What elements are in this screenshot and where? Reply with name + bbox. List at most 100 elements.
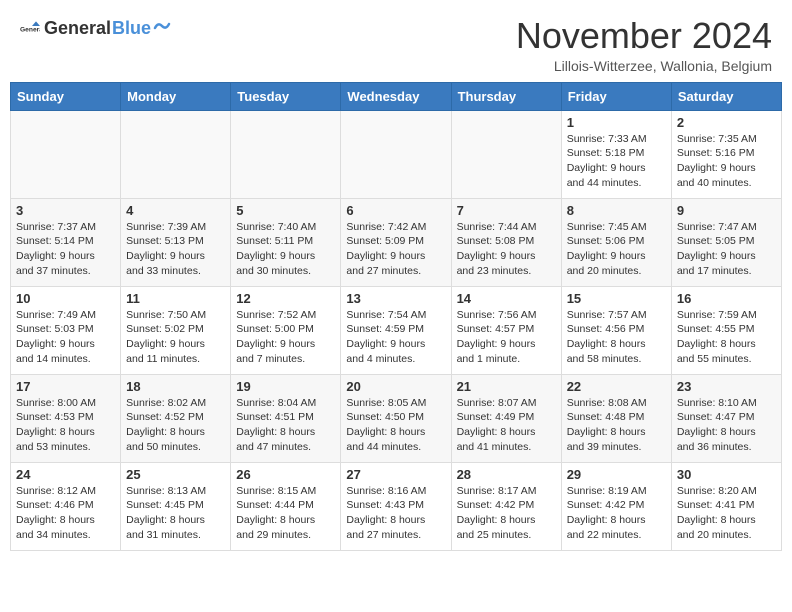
- calendar-cell: 30 Sunrise: 8:20 AM Sunset: 4:41 PM Dayli…: [671, 462, 781, 550]
- cell-info: Sunrise: 7:49 AM Sunset: 5:03 PM Dayligh…: [16, 308, 115, 367]
- cell-info: Sunrise: 7:54 AM Sunset: 4:59 PM Dayligh…: [346, 308, 445, 367]
- day-number: 15: [567, 291, 666, 306]
- cell-info: Sunrise: 7:39 AM Sunset: 5:13 PM Dayligh…: [126, 220, 225, 279]
- day-header-monday: Monday: [121, 82, 231, 110]
- calendar-cell: 18Sunrise: 8:02 AM Sunset: 4:52 PM Dayli…: [121, 374, 231, 462]
- cell-info: Sunrise: 8:20 AM Sunset: 4:41 PM Dayligh…: [677, 484, 776, 543]
- day-number: 16: [677, 291, 776, 306]
- logo-text-general: General: [44, 18, 111, 39]
- day-number: 26: [236, 467, 335, 482]
- calendar-cell: 16 Sunrise: 7:59 AM Sunset: 4:55 PM Dayli…: [671, 286, 781, 374]
- day-header-wednesday: Wednesday: [341, 82, 451, 110]
- calendar-cell: 5 Sunrise: 7:40 AM Sunset: 5:11 PM Daylig…: [231, 198, 341, 286]
- calendar-table: SundayMondayTuesdayWednesdayThursdayFrid…: [10, 82, 782, 551]
- day-number: 10: [16, 291, 115, 306]
- cell-info: Sunrise: 7:47 AM Sunset: 5:05 PM Dayligh…: [677, 220, 776, 279]
- day-number: 21: [457, 379, 556, 394]
- calendar-cell: 24Sunrise: 8:12 AM Sunset: 4:46 PM Dayli…: [11, 462, 121, 550]
- cell-info: Sunrise: 7:35 AM Sunset: 5:16 PM Dayligh…: [677, 132, 776, 191]
- day-header-sunday: Sunday: [11, 82, 121, 110]
- day-number: 18: [126, 379, 225, 394]
- cell-info: Sunrise: 7:59 AM Sunset: 4:55 PM Dayligh…: [677, 308, 776, 367]
- day-number: 17: [16, 379, 115, 394]
- cell-info: Sunrise: 7:56 AM Sunset: 4:57 PM Dayligh…: [457, 308, 556, 367]
- cell-info: Sunrise: 8:07 AM Sunset: 4:49 PM Dayligh…: [457, 396, 556, 455]
- calendar-week-row: 24Sunrise: 8:12 AM Sunset: 4:46 PM Dayli…: [11, 462, 782, 550]
- calendar-cell: 19 Sunrise: 8:04 AM Sunset: 4:51 PM Dayli…: [231, 374, 341, 462]
- calendar-cell: 13Sunrise: 7:54 AM Sunset: 4:59 PM Dayli…: [341, 286, 451, 374]
- calendar-cell: 29 Sunrise: 8:19 AM Sunset: 4:42 PM Dayli…: [561, 462, 671, 550]
- calendar-cell: [231, 110, 341, 198]
- cell-info: Sunrise: 8:08 AM Sunset: 4:48 PM Dayligh…: [567, 396, 666, 455]
- calendar-week-row: 10 Sunrise: 7:49 AM Sunset: 5:03 PM Dayli…: [11, 286, 782, 374]
- day-header-friday: Friday: [561, 82, 671, 110]
- day-number: 11: [126, 291, 225, 306]
- cell-info: Sunrise: 8:04 AM Sunset: 4:51 PM Dayligh…: [236, 396, 335, 455]
- logo: General General Blue: [20, 16, 171, 39]
- calendar-cell: 2 Sunrise: 7:35 AM Sunset: 5:16 PM Daylig…: [671, 110, 781, 198]
- cell-info: Sunrise: 8:19 AM Sunset: 4:42 PM Dayligh…: [567, 484, 666, 543]
- calendar-header-row: SundayMondayTuesdayWednesdayThursdayFrid…: [11, 82, 782, 110]
- day-number: 3: [16, 203, 115, 218]
- cell-info: Sunrise: 8:17 AM Sunset: 4:42 PM Dayligh…: [457, 484, 556, 543]
- svg-text:General: General: [20, 26, 40, 33]
- cell-info: Sunrise: 7:33 AM Sunset: 5:18 PM Dayligh…: [567, 132, 666, 191]
- calendar-cell: 1 Sunrise: 7:33 AM Sunset: 5:18 PM Daylig…: [561, 110, 671, 198]
- day-number: 25: [126, 467, 225, 482]
- logo-text-blue: Blue: [112, 18, 151, 39]
- day-number: 29: [567, 467, 666, 482]
- calendar-cell: 26Sunrise: 8:15 AM Sunset: 4:44 PM Dayli…: [231, 462, 341, 550]
- calendar-cell: 11 Sunrise: 7:50 AM Sunset: 5:02 PM Dayli…: [121, 286, 231, 374]
- calendar-cell: [341, 110, 451, 198]
- calendar-cell: 6Sunrise: 7:42 AM Sunset: 5:09 PM Daylig…: [341, 198, 451, 286]
- day-number: 20: [346, 379, 445, 394]
- cell-info: Sunrise: 7:42 AM Sunset: 5:09 PM Dayligh…: [346, 220, 445, 279]
- calendar-week-row: 1 Sunrise: 7:33 AM Sunset: 5:18 PM Daylig…: [11, 110, 782, 198]
- logo-icon: General: [20, 18, 40, 38]
- title-area: November 2024 Lillois-Witterzee, Walloni…: [516, 16, 772, 74]
- calendar-week-row: 17 Sunrise: 8:00 AM Sunset: 4:53 PM Dayli…: [11, 374, 782, 462]
- cell-info: Sunrise: 7:44 AM Sunset: 5:08 PM Dayligh…: [457, 220, 556, 279]
- cell-info: Sunrise: 7:37 AM Sunset: 5:14 PM Dayligh…: [16, 220, 115, 279]
- page-header: General General Blue November 2024 Lillo…: [0, 0, 792, 82]
- day-number: 30: [677, 467, 776, 482]
- month-title: November 2024: [516, 16, 772, 56]
- calendar-cell: 14 Sunrise: 7:56 AM Sunset: 4:57 PM Dayli…: [451, 286, 561, 374]
- cell-info: Sunrise: 8:13 AM Sunset: 4:45 PM Dayligh…: [126, 484, 225, 543]
- cell-info: Sunrise: 8:00 AM Sunset: 4:53 PM Dayligh…: [16, 396, 115, 455]
- day-number: 14: [457, 291, 556, 306]
- calendar-week-row: 3 Sunrise: 7:37 AM Sunset: 5:14 PM Daylig…: [11, 198, 782, 286]
- day-header-tuesday: Tuesday: [231, 82, 341, 110]
- calendar-cell: 20 Sunrise: 8:05 AM Sunset: 4:50 PM Dayli…: [341, 374, 451, 462]
- day-header-thursday: Thursday: [451, 82, 561, 110]
- day-number: 19: [236, 379, 335, 394]
- day-number: 22: [567, 379, 666, 394]
- calendar-cell: 4Sunrise: 7:39 AM Sunset: 5:13 PM Daylig…: [121, 198, 231, 286]
- day-number: 23: [677, 379, 776, 394]
- calendar-cell: 17 Sunrise: 8:00 AM Sunset: 4:53 PM Dayli…: [11, 374, 121, 462]
- day-number: 5: [236, 203, 335, 218]
- cell-info: Sunrise: 7:40 AM Sunset: 5:11 PM Dayligh…: [236, 220, 335, 279]
- cell-info: Sunrise: 8:10 AM Sunset: 4:47 PM Dayligh…: [677, 396, 776, 455]
- calendar-cell: 7 Sunrise: 7:44 AM Sunset: 5:08 PM Daylig…: [451, 198, 561, 286]
- day-number: 7: [457, 203, 556, 218]
- day-number: 9: [677, 203, 776, 218]
- cell-info: Sunrise: 8:05 AM Sunset: 4:50 PM Dayligh…: [346, 396, 445, 455]
- day-number: 27: [346, 467, 445, 482]
- cell-info: Sunrise: 7:50 AM Sunset: 5:02 PM Dayligh…: [126, 308, 225, 367]
- cell-info: Sunrise: 7:52 AM Sunset: 5:00 PM Dayligh…: [236, 308, 335, 367]
- day-number: 8: [567, 203, 666, 218]
- calendar-cell: [121, 110, 231, 198]
- calendar-wrapper: SundayMondayTuesdayWednesdayThursdayFrid…: [0, 82, 792, 561]
- cell-info: Sunrise: 8:16 AM Sunset: 4:43 PM Dayligh…: [346, 484, 445, 543]
- calendar-cell: 9 Sunrise: 7:47 AM Sunset: 5:05 PM Daylig…: [671, 198, 781, 286]
- calendar-cell: 27 Sunrise: 8:16 AM Sunset: 4:43 PM Dayli…: [341, 462, 451, 550]
- calendar-cell: 10 Sunrise: 7:49 AM Sunset: 5:03 PM Dayli…: [11, 286, 121, 374]
- location-subtitle: Lillois-Witterzee, Wallonia, Belgium: [516, 58, 772, 74]
- calendar-cell: 23 Sunrise: 8:10 AM Sunset: 4:47 PM Dayli…: [671, 374, 781, 462]
- day-number: 12: [236, 291, 335, 306]
- day-number: 1: [567, 115, 666, 130]
- calendar-cell: [11, 110, 121, 198]
- calendar-cell: 25 Sunrise: 8:13 AM Sunset: 4:45 PM Dayli…: [121, 462, 231, 550]
- day-number: 2: [677, 115, 776, 130]
